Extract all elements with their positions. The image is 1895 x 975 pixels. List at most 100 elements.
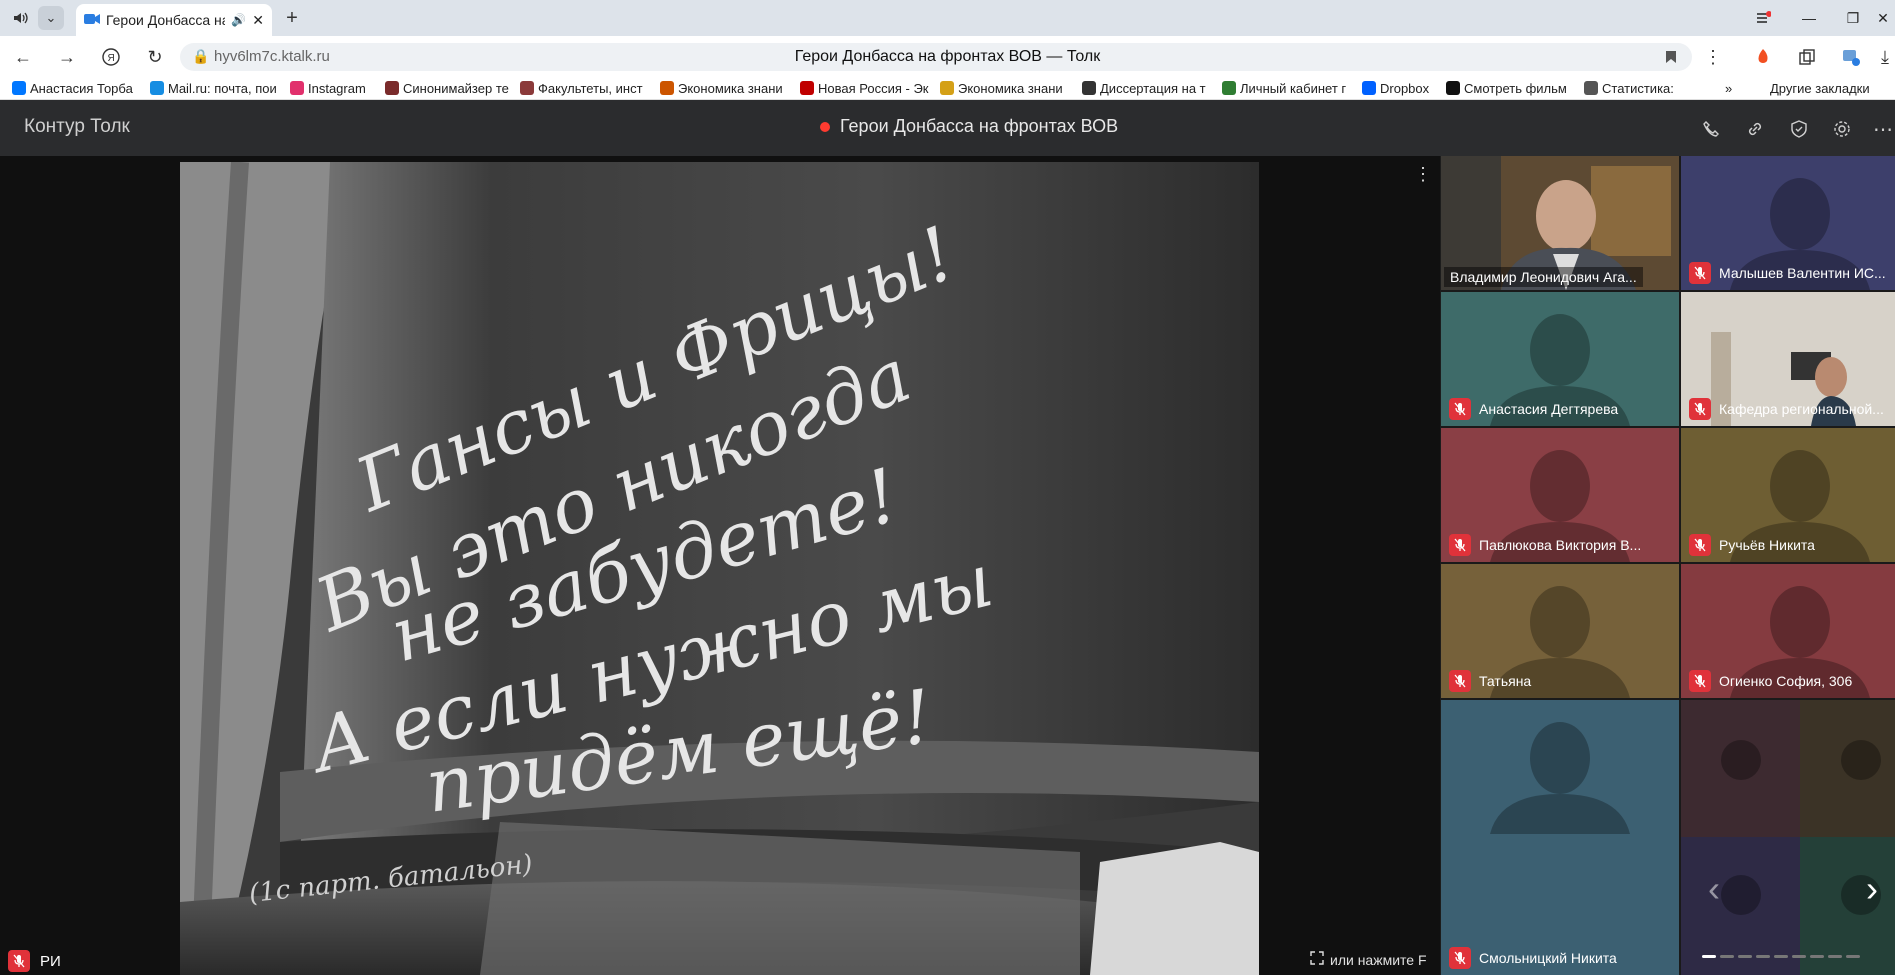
participant-tile[interactable]: Павлюкова Виктория В... [1441, 428, 1679, 562]
participant-name: Павлюкова Виктория В... [1479, 537, 1642, 553]
smiley-icon [940, 81, 954, 95]
bookmark-icon [1082, 81, 1096, 95]
participant-tile[interactable]: Огиенко София, 306 [1681, 564, 1895, 698]
reload-icon[interactable]: ↻ [142, 44, 168, 70]
meeting-title: Герои Донбасса на фронтах ВОВ [840, 116, 1119, 136]
lock-icon[interactable]: 🔒 [192, 48, 209, 65]
tab-active[interactable]: Герои Донбасса на 🔊 ✕ [76, 4, 272, 36]
participant-tile[interactable]: Владимир Леонидович Ага... [1441, 156, 1679, 290]
bookmark-label: Экономика знани [958, 80, 1063, 96]
bookmarks-bar: Анастасия Торба Mail.ru: почта, пои Instag… [0, 76, 1895, 100]
bookmark-item[interactable]: Статистика: [1584, 79, 1684, 97]
mailru-icon [150, 81, 164, 95]
mic-off-icon[interactable] [8, 950, 30, 972]
shared-screen-area: Гансы и Фрицы! Вы это никогда не забудет… [0, 156, 1440, 975]
more-participants-mosaic[interactable] [1681, 700, 1895, 975]
settings-gear-icon[interactable] [1829, 116, 1855, 142]
tab-close-icon[interactable]: ✕ [252, 12, 264, 29]
bookmark-item[interactable]: Личный кабинет г [1222, 79, 1354, 97]
participant-name-label: Смольницкий Никита [1449, 947, 1617, 969]
participant-name: Кафедра региональной... [1719, 401, 1884, 417]
browser-tab-bar: ⌄ Герои Донбасса на 🔊 ✕ + — ❐ ✕ [0, 0, 1895, 36]
participant-name-label: Кафедра региональной... [1689, 398, 1884, 420]
bookmark-label: Смотреть фильм [1464, 80, 1567, 96]
mic-off-icon [1689, 670, 1711, 692]
bookmark-item[interactable]: Экономика знани [940, 79, 1074, 97]
collections-icon[interactable] [1794, 44, 1820, 70]
participant-tile[interactable]: Ручьёв Никита [1681, 428, 1895, 562]
address-bar[interactable] [180, 43, 1692, 71]
mic-off-icon [1449, 947, 1471, 969]
participant-name: Татьяна [1479, 673, 1532, 689]
restore-icon[interactable]: ❐ [1838, 4, 1868, 32]
bookmark-label: Экономика знани [678, 80, 783, 96]
participant-tile[interactable]: Кафедра региональной... [1681, 292, 1895, 426]
flame-extension-icon[interactable] [1750, 44, 1776, 70]
tab-speaker-icon[interactable]: 🔊 [231, 13, 246, 27]
forward-icon[interactable]: → [54, 44, 80, 70]
participant-name-label: Ручьёв Никита [1689, 534, 1815, 556]
hp-icon [800, 81, 814, 95]
profile-sync-icon[interactable] [1838, 44, 1864, 70]
participant-name: Владимир Леонидович Ага... [1450, 269, 1637, 285]
bookmark-item[interactable]: Mail.ru: почта, пои [150, 79, 285, 97]
mic-off-icon [1689, 398, 1711, 420]
vk-icon [12, 81, 26, 95]
shield-check-icon[interactable] [1786, 116, 1812, 142]
bookmark-label: Анастасия Торба [30, 80, 133, 96]
participant-tile[interactable]: Татьяна [1441, 564, 1679, 698]
fullscreen-hint[interactable]: или нажмите F [1310, 951, 1427, 968]
app-logo[interactable]: Контур Толк [24, 116, 130, 138]
bookmarks-overflow-icon[interactable]: » [1725, 79, 1732, 97]
link-icon[interactable] [1742, 116, 1768, 142]
participant-name-label: Павлюкова Виктория В... [1449, 534, 1641, 556]
bookmark-item[interactable]: Dropbox [1362, 79, 1438, 97]
yandex-icon[interactable]: Я [98, 44, 124, 70]
phone-icon[interactable] [1698, 116, 1724, 142]
url-text[interactable]: hyv6lm7c.ktalk.ru [214, 48, 330, 65]
participant-tile[interactable]: Малышев Валентин ИС... [1681, 156, 1895, 290]
downloads-icon[interactable]: ⤓ [1876, 44, 1894, 70]
screen-share-menu-icon[interactable]: ⋮ [1414, 164, 1432, 185]
grid-page-dots[interactable] [1702, 955, 1860, 958]
grid-next-arrow-icon[interactable]: › [1866, 868, 1878, 910]
close-window-icon[interactable]: ✕ [1872, 4, 1894, 32]
bookmark-item[interactable]: Экономика знани [660, 79, 792, 97]
other-bookmarks[interactable]: Другие закладки [1770, 79, 1870, 97]
mic-off-icon [1689, 262, 1711, 284]
shared-photo-chalk-writing: Гансы и Фрицы! Вы это никогда не забудет… [180, 162, 1259, 975]
bookmark-item[interactable]: Новая Россия - Эк [800, 79, 932, 97]
new-tab-button[interactable]: + [280, 6, 304, 30]
mic-off-icon [1689, 534, 1711, 556]
bookmark-label: Новая Россия - Эк [818, 80, 929, 96]
bookmark-page-icon[interactable] [1658, 44, 1684, 70]
fullscreen-hint-text: или нажмите F [1330, 951, 1427, 968]
svg-text:Я: Я [108, 53, 115, 64]
minimize-icon[interactable]: — [1794, 4, 1824, 32]
grid-prev-arrow-icon[interactable]: ‹ [1708, 868, 1720, 910]
bookmark-item[interactable]: Анастасия Торба [12, 79, 140, 97]
recording-indicator [820, 121, 830, 132]
participant-tile[interactable] [1681, 700, 1895, 975]
bookmark-item[interactable]: Факультеты, инст [520, 79, 650, 97]
self-badge: РИ [8, 950, 61, 972]
bookmark-item[interactable]: Синонимайзер те [385, 79, 513, 97]
participant-tile[interactable]: Смольницкий Никита [1441, 700, 1679, 975]
speaker-icon[interactable] [8, 6, 34, 30]
bookmark-label: Статистика: [1602, 80, 1674, 96]
bookmark-icon [1584, 81, 1598, 95]
bookmark-item[interactable]: Смотреть фильм [1446, 79, 1574, 97]
participant-tile[interactable]: Анастасия Дегтярева [1441, 292, 1679, 426]
tab-list-chevron-icon[interactable]: ⌄ [38, 6, 64, 30]
participant-name-label: Огиенко София, 306 [1689, 670, 1852, 692]
back-icon[interactable]: ← [10, 44, 36, 70]
bookmark-icon [385, 81, 399, 95]
participant-name: Анастасия Дегтярева [1479, 401, 1619, 417]
tabs-menu-icon[interactable] [1748, 4, 1778, 32]
bookmark-icon [520, 81, 534, 95]
bookmark-item[interactable]: Диссертация на т [1082, 79, 1214, 97]
more-vertical-icon[interactable]: ⋮ [1700, 44, 1726, 70]
mic-off-icon [1449, 670, 1471, 692]
bookmark-item[interactable]: Instagram [290, 79, 378, 97]
more-horizontal-icon[interactable]: ⋯ [1870, 116, 1895, 142]
